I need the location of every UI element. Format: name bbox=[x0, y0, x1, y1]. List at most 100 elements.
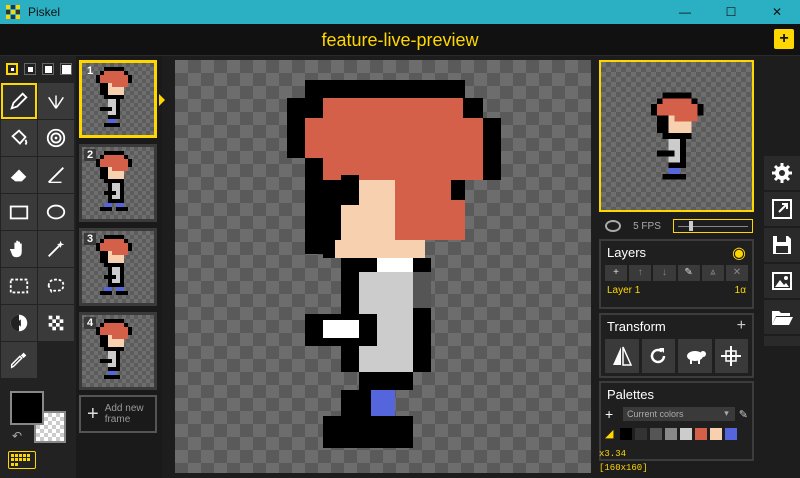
folder-open-icon bbox=[772, 311, 793, 325]
rename-layer-button[interactable]: ✎ bbox=[677, 265, 700, 281]
palette-color-swatch[interactable] bbox=[635, 427, 647, 440]
add-layer-button[interactable]: + bbox=[605, 265, 628, 281]
transform-title-text: Transform bbox=[607, 319, 666, 334]
palette-select[interactable]: Current colors bbox=[623, 407, 735, 421]
document-title[interactable]: feature-live-preview bbox=[0, 30, 800, 51]
frame-number: 4 bbox=[84, 317, 97, 329]
clone-button[interactable] bbox=[678, 339, 712, 373]
fps-slider-thumb[interactable] bbox=[688, 221, 693, 231]
animation-preview[interactable] bbox=[599, 60, 754, 212]
circle-tool[interactable] bbox=[38, 194, 74, 230]
fps-slider[interactable] bbox=[673, 219, 753, 233]
checker-icon bbox=[48, 315, 64, 331]
close-button[interactable]: ✕ bbox=[754, 0, 800, 24]
frame-number: 2 bbox=[84, 149, 97, 161]
pen-size-2[interactable] bbox=[24, 63, 36, 75]
lasso-select-tool[interactable] bbox=[38, 268, 74, 304]
new-piskel-button[interactable]: + bbox=[774, 29, 794, 49]
dithering-tool[interactable] bbox=[38, 305, 74, 341]
add-palette-button[interactable]: + bbox=[605, 406, 619, 422]
swap-colors-icon[interactable]: ↶ bbox=[12, 429, 22, 443]
export-button[interactable] bbox=[764, 264, 800, 300]
center-button[interactable] bbox=[714, 339, 748, 373]
frame-thumbnail[interactable]: 4 bbox=[79, 312, 157, 390]
move-layer-down-button[interactable]: ↓ bbox=[653, 265, 676, 281]
palette-color-swatch[interactable] bbox=[620, 427, 632, 440]
eyedropper-icon bbox=[10, 352, 27, 369]
selected-frame-indicator bbox=[159, 94, 165, 106]
layer-name: Layer 1 bbox=[607, 285, 641, 296]
palettes-title: Palettes bbox=[601, 383, 752, 405]
palette-color-swatch[interactable] bbox=[710, 427, 722, 440]
merge-layer-button[interactable]: ⩓ bbox=[701, 265, 724, 281]
palette-color-swatch[interactable] bbox=[650, 427, 662, 440]
pen-tool[interactable] bbox=[1, 83, 37, 119]
plus-icon[interactable]: + bbox=[737, 317, 746, 335]
delete-layer-button[interactable]: ✕ bbox=[725, 265, 749, 281]
window-title: Piskel bbox=[28, 5, 61, 19]
layer-opacity[interactable]: 1α bbox=[735, 285, 746, 296]
mirror-pen-tool[interactable] bbox=[38, 83, 74, 119]
edit-palette-icon[interactable]: ✎ bbox=[739, 408, 748, 421]
drawing-canvas[interactable] bbox=[175, 60, 591, 473]
palette-color-swatch[interactable] bbox=[680, 427, 692, 440]
primary-color-swatch[interactable] bbox=[10, 391, 44, 425]
import-button[interactable] bbox=[764, 300, 800, 336]
cursor-coordinates: x3.34 bbox=[599, 449, 627, 459]
flip-icon bbox=[612, 346, 632, 366]
fps-label: 5 FPS bbox=[633, 220, 661, 232]
frame-thumbnail[interactable]: 3 bbox=[79, 228, 157, 306]
eye-icon[interactable]: ◉ bbox=[732, 243, 746, 263]
rotate-button[interactable] bbox=[641, 339, 675, 373]
palette-color-swatch[interactable] bbox=[695, 427, 707, 440]
lighten-tool[interactable] bbox=[1, 305, 37, 341]
palette-color-swatch[interactable] bbox=[665, 427, 677, 440]
sprite-thumbnail bbox=[96, 151, 132, 211]
eraser-tool[interactable] bbox=[1, 157, 37, 193]
magic-wand-icon bbox=[48, 240, 65, 257]
keyboard-shortcuts-icon[interactable] bbox=[8, 451, 36, 469]
add-new-frame-button[interactable]: + Add new frame bbox=[79, 395, 157, 433]
flip-horizontal-button[interactable] bbox=[605, 339, 639, 373]
resize-button[interactable] bbox=[764, 192, 800, 228]
shape-select-tool[interactable] bbox=[38, 231, 74, 267]
color-picker-tool[interactable] bbox=[1, 342, 37, 378]
rectangle-tool[interactable] bbox=[1, 194, 37, 230]
layers-title: Layers ◉ bbox=[601, 241, 752, 263]
layers-title-text: Layers bbox=[607, 245, 647, 260]
move-layer-up-button[interactable]: ↑ bbox=[629, 265, 652, 281]
frame-number: 3 bbox=[84, 233, 97, 245]
palette-color-swatch[interactable] bbox=[725, 427, 737, 440]
tools-panel: ↶ bbox=[0, 56, 76, 478]
pen-size-4[interactable] bbox=[60, 63, 72, 75]
mirror-pen-icon bbox=[48, 95, 64, 109]
sprite-thumbnail bbox=[96, 235, 132, 295]
stroke-tool[interactable] bbox=[38, 157, 74, 193]
maximize-button[interactable]: ☐ bbox=[708, 0, 754, 24]
pen-size-3[interactable] bbox=[42, 63, 54, 75]
settings-button[interactable] bbox=[764, 156, 800, 192]
layer-item[interactable]: Layer 1 1α bbox=[601, 283, 752, 301]
settings-sidebar bbox=[764, 156, 800, 346]
rectangle-icon bbox=[9, 205, 29, 220]
move-tool[interactable] bbox=[1, 231, 37, 267]
pencil-icon bbox=[10, 92, 28, 110]
add-frame-label-line2: frame bbox=[104, 414, 131, 425]
pen-size-1[interactable] bbox=[6, 63, 18, 75]
frame-thumbnail[interactable]: 2 bbox=[79, 144, 157, 222]
lighten-icon bbox=[10, 314, 28, 332]
resize-icon bbox=[772, 199, 792, 219]
frame-thumbnail[interactable]: 1 bbox=[79, 60, 157, 138]
paint-same-color-tool[interactable] bbox=[38, 120, 74, 156]
window-titlebar: Piskel — ☐ ✕ bbox=[0, 0, 800, 24]
palette-tool-icon[interactable]: ◢ bbox=[605, 427, 617, 440]
transform-panel: Transform + bbox=[599, 313, 754, 378]
rectangle-select-tool[interactable] bbox=[1, 268, 37, 304]
target-icon bbox=[46, 128, 66, 148]
minimize-button[interactable]: — bbox=[662, 0, 708, 24]
sheep-icon bbox=[686, 351, 706, 364]
paint-bucket-icon bbox=[11, 129, 28, 146]
onion-skin-icon[interactable] bbox=[605, 220, 621, 232]
save-button[interactable] bbox=[764, 228, 800, 264]
paint-bucket-tool[interactable] bbox=[1, 120, 37, 156]
